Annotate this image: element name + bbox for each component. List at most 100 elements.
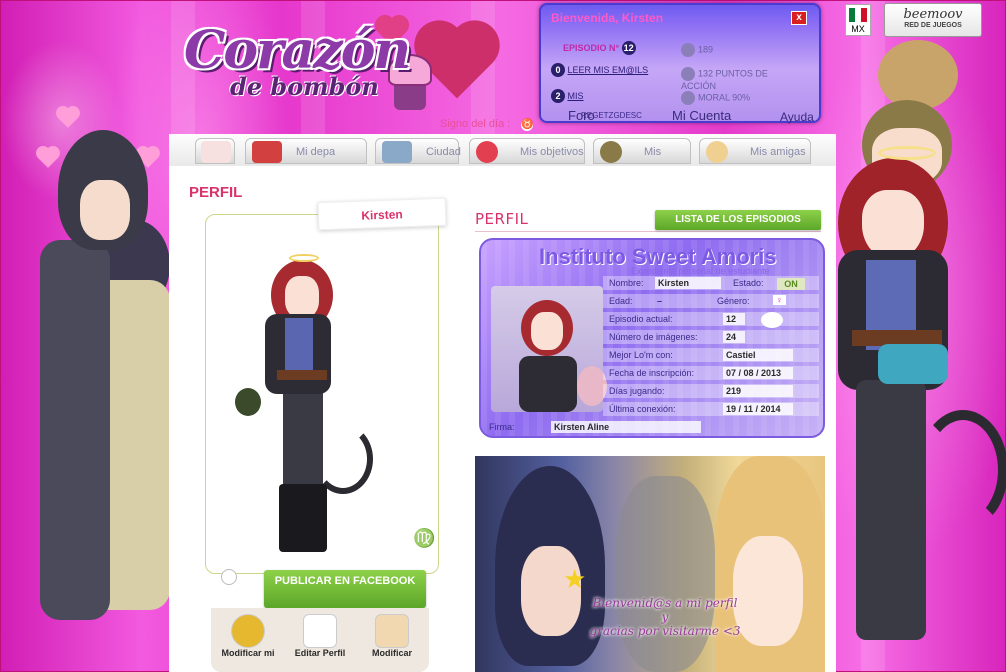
target-icon (476, 141, 498, 163)
banner-line-2: y (661, 610, 669, 624)
profile-section-header: PERFIL (475, 210, 529, 228)
mis-link[interactable]: MIS (568, 91, 584, 101)
edit-profile-button[interactable]: Editar Perfil (283, 648, 357, 658)
female-icon: ♀ (773, 295, 786, 305)
sign-of-day-label: Signo del día : (440, 118, 511, 130)
signature-label: Firma: (489, 422, 515, 432)
logo-subtitle: de bombón (230, 72, 379, 101)
lips-icon (761, 312, 783, 328)
signature-value: Kirsten Aline (551, 421, 701, 433)
player-avatar (235, 252, 373, 552)
name-label: Nombre: (609, 278, 644, 288)
episode-number-badge: 12 (621, 41, 636, 55)
episodes-list-button[interactable]: LISTA DE LOS EPISODIOS (655, 210, 821, 230)
episode-indicator: EPISODIO N° 12 (563, 41, 636, 55)
action-points-icon (681, 67, 695, 81)
portrait-icon[interactable] (375, 614, 409, 648)
left-characters-illustration (20, 100, 180, 672)
publish-radio[interactable] (221, 569, 237, 585)
welcome-panel: Bienvenida, Kirsten x EPISODIO N° 12 0 L… (539, 3, 821, 123)
banner-line-1: Bienvenid@s a mi perfil (592, 596, 738, 610)
images-label: Número de imágenes: (609, 332, 698, 342)
mis-count-badge: 2 (551, 89, 565, 103)
player-name-tag: Kirsten (317, 197, 447, 231)
beemoov-subtitle: RED DE JUEGOS (904, 22, 962, 29)
signup-label: Fecha de inscripción: (609, 368, 695, 378)
name-value: Kirsten (655, 277, 721, 289)
banner-line-3: gracias por visitarme <3 (589, 624, 741, 638)
home-icon (201, 141, 231, 163)
age-label: Edad: (609, 296, 633, 306)
student-id-card: Instituto Sweet Amoris Expediente person… (479, 238, 825, 438)
banner-message: Bienvenid@s a mi perfil y gracias por vi… (555, 596, 775, 638)
tab-mis-objetivos[interactable]: Mis objetivos (469, 138, 585, 164)
tab-mis-chicos[interactable]: Mis chicos (593, 138, 691, 184)
card-row (603, 294, 819, 308)
country-code: MX (851, 24, 865, 34)
pen-icon[interactable] (303, 614, 337, 648)
main-navigation: Mi depa Ciudad Mis objetivos Mis chicos … (169, 134, 836, 184)
tab-mi-depa[interactable]: Mi depa (245, 138, 367, 164)
heart-icon (421, 27, 493, 99)
tab-mis-amigas[interactable]: Mis amigas (699, 138, 811, 164)
stat-points-row: 132 PUNTOS DE ACCIÓN (681, 67, 791, 91)
images-value: 24 (723, 331, 745, 343)
country-selector[interactable]: MX (845, 4, 871, 36)
stat-moral-row: MORAL 90% (681, 91, 750, 105)
beemoov-network-link[interactable]: beemoov RED DE JUEGOS (884, 3, 982, 37)
stat-pa-row: 189 (681, 43, 713, 57)
signup-value: 07 / 08 / 2013 (723, 367, 793, 379)
beemoov-brand: beemoov (903, 7, 963, 22)
days-playing-label: Días jugando: (609, 386, 665, 396)
tab-label: Mis amigas (750, 146, 806, 158)
help-link[interactable]: Ayuda (780, 110, 814, 124)
padlock-icon[interactable] (231, 614, 265, 648)
close-button[interactable]: x (791, 11, 807, 25)
boy-icon (600, 141, 622, 163)
building-icon (382, 141, 412, 163)
account-link[interactable]: Mi Cuenta (672, 108, 731, 123)
modify-my-button[interactable]: Modificar mi (211, 648, 285, 658)
profile-banner-image: ★ Bienvenid@s a mi perfil y gracias por … (475, 456, 825, 672)
read-mails-link[interactable]: LEER MIS EM@ILS (568, 65, 649, 75)
mis-link-row[interactable]: 2 MIS (551, 89, 584, 103)
sign-of-day: Signo del día : ♉ (440, 118, 534, 131)
publish-facebook-button[interactable]: PUBLICAR EN FACEBOOK (264, 570, 426, 608)
age-value: – (657, 296, 663, 306)
status-badge: ON (777, 278, 805, 290)
girl-icon (706, 141, 728, 163)
last-connection-label: Última conexión: (609, 404, 676, 414)
stat-pa: 189 (698, 44, 714, 55)
taurus-icon: ♉ (521, 119, 534, 131)
episode-label: EPISODIO N° (563, 43, 620, 53)
mails-link-row[interactable]: 0 LEER MIS EM@ILS (551, 63, 648, 77)
profile-actions: Modificar mi Editar Perfil Modificar (211, 608, 429, 672)
forum-link[interactable]: Foro (568, 108, 595, 123)
days-playing-value: 219 (723, 385, 793, 397)
modify-button[interactable]: Modificar (355, 648, 429, 658)
best-friend-label: Mejor Lo'm con: (609, 350, 673, 360)
mexico-flag-icon (849, 8, 867, 22)
last-connection-value: 19 / 11 / 2014 (723, 403, 793, 415)
header-divider (475, 231, 821, 232)
virgo-icon: ♍ (413, 528, 436, 549)
tab-home[interactable] (195, 138, 235, 164)
tab-label: Ciudad (426, 146, 461, 158)
stat-moral: MORAL 90% (698, 92, 751, 103)
status-label: Estado: (733, 278, 764, 288)
star-icon: ★ (563, 564, 587, 594)
welcome-title: Bienvenida, Kirsten (551, 11, 664, 25)
sofa-icon (252, 141, 282, 163)
tab-ciudad[interactable]: Ciudad (375, 138, 461, 164)
best-friend-value: Castiel (723, 349, 793, 361)
gender-label: Género: (717, 296, 750, 306)
card-subtitle: Expediente personal de estudiante (631, 266, 770, 276)
mail-count-badge: 0 (551, 63, 565, 77)
main-panel: Mi depa Ciudad Mis objetivos Mis chicos … (169, 134, 836, 672)
current-episode-label: Episodio actual: (609, 314, 673, 324)
current-episode-value: 12 (723, 313, 745, 325)
tab-label: Mis objetivos (520, 146, 584, 158)
page-title: PERFIL (189, 184, 243, 201)
card-avatar-picture (491, 286, 607, 412)
game-logo[interactable]: Corazón de bombón (170, 8, 493, 118)
